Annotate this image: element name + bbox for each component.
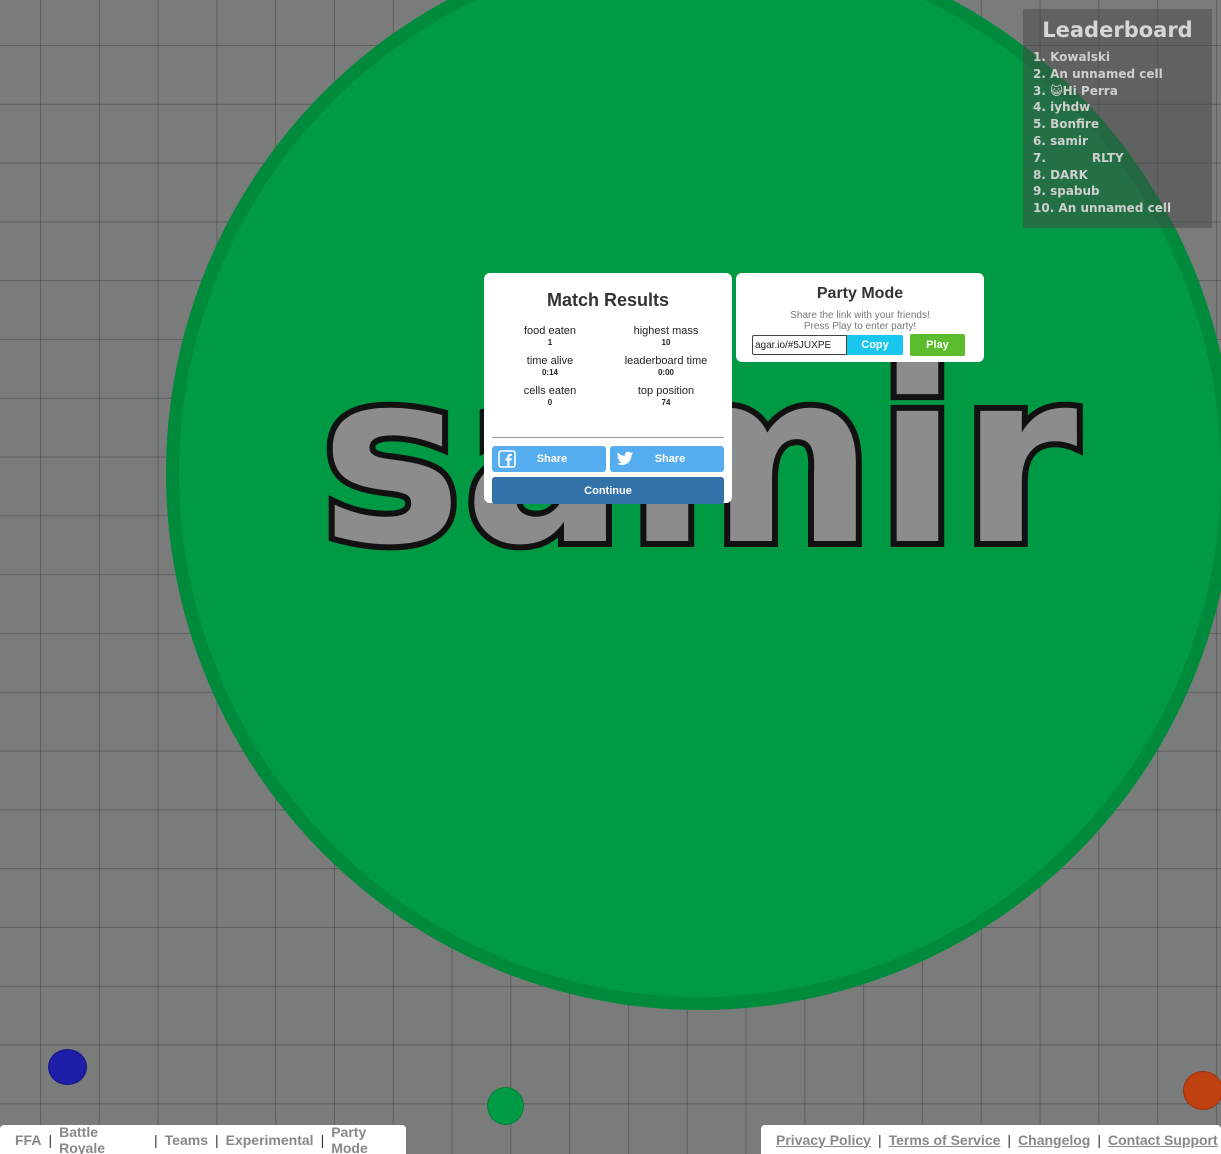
stat-food-eaten: food eaten 1 (492, 325, 608, 349)
stat-value: 1 (547, 338, 553, 347)
copy-button[interactable]: Copy (847, 335, 903, 355)
privacy-policy-link[interactable]: Privacy Policy (776, 1132, 871, 1148)
leaderboard: Leaderboard 1. Kowalski 2. An unnamed ce… (1023, 9, 1212, 228)
party-mode-subtitle-2: Press Play to enter party! (803, 321, 917, 332)
leaderboard-entry: 7. RLTY (1033, 150, 1124, 165)
terms-of-service-link[interactable]: Terms of Service (889, 1132, 1001, 1148)
facebook-icon (498, 450, 516, 468)
blue-cell (48, 1049, 87, 1085)
leaderboard-entry: 10. An unnamed cell (1033, 201, 1172, 216)
stat-label: time alive (526, 355, 574, 367)
play-button[interactable]: Play (910, 334, 965, 356)
mode-link-experimental[interactable]: Experimental (226, 1132, 314, 1148)
mode-link-teams[interactable]: Teams (165, 1132, 208, 1148)
match-results-title: Match Results (546, 290, 670, 310)
mode-link-party-mode[interactable]: Party Mode (331, 1124, 406, 1154)
mode-link-ffa[interactable]: FFA (15, 1132, 41, 1148)
stat-cells-eaten: cells eaten 0 (492, 385, 608, 409)
contact-support-link[interactable]: Contact Support (1108, 1132, 1218, 1148)
leaderboard-entry: 2. An unnamed cell (1033, 66, 1163, 81)
separator: | (48, 1131, 53, 1148)
stat-label: highest mass (633, 325, 699, 337)
party-link-row: Copy Play (752, 334, 965, 356)
stat-highest-mass: highest mass 10 (608, 325, 724, 349)
stat-value: 0 (547, 398, 553, 407)
party-mode-title: Party Mode (816, 285, 904, 302)
party-mode-subtitle-1: Share the link with your friends! (790, 310, 930, 321)
stat-top-position: top position 74 (608, 385, 724, 409)
legal-footer: Privacy Policy | Terms of Service | Chan… (761, 1125, 1221, 1154)
leaderboard-entry: 6. samir (1033, 133, 1088, 148)
leaderboard-list: 1. Kowalski 2. An unnamed cell 3. 😺Hi Pe… (1033, 49, 1202, 217)
continue-button[interactable]: Continue (492, 477, 724, 504)
separator: | (1007, 1131, 1012, 1148)
separator: | (877, 1131, 882, 1148)
stat-time-alive: time alive 0:14 (492, 355, 608, 379)
stat-label: top position (637, 385, 695, 397)
stat-value: 0:00 (657, 368, 674, 377)
leaderboard-entry: 8. DARK (1033, 167, 1088, 182)
leaderboard-entry: 9. spabub (1033, 184, 1100, 199)
leaderboard-entry: 1. Kowalski (1033, 50, 1110, 64)
twitter-share-button[interactable]: Share (610, 446, 724, 472)
separator: | (214, 1131, 219, 1148)
stats-grid: food eaten 1 highest mass 10 time alive … (492, 325, 724, 409)
game-canvas[interactable]: samir Leaderboard 1. Kowalski 2. An unna… (0, 0, 1221, 1154)
twitter-share-label: Share (654, 453, 686, 465)
separator: | (320, 1131, 325, 1148)
mode-link-battle-royale[interactable]: Battle Royale (59, 1124, 147, 1154)
stat-value: 10 (661, 338, 671, 347)
changelog-link[interactable]: Changelog (1018, 1132, 1090, 1148)
stat-label: leaderboard time (624, 355, 708, 367)
party-link-input[interactable] (752, 335, 847, 355)
separator: | (1097, 1131, 1102, 1148)
stat-label: food eaten (524, 325, 576, 337)
facebook-share-button[interactable]: Share (492, 446, 606, 472)
facebook-share-label: Share (536, 453, 568, 465)
separator: | (154, 1131, 158, 1148)
game-mode-footer: FFA | Battle Royale | Teams | Experiment… (0, 1124, 406, 1154)
twitter-icon (616, 450, 634, 468)
leaderboard-entry: 3. 😺Hi Perra (1033, 83, 1118, 98)
leaderboard-entry: 5. Bonfire (1033, 117, 1099, 132)
stat-label: cells eaten (523, 385, 577, 397)
stat-value: 74 (661, 398, 671, 407)
match-results-panel: Match Results food eaten 1 highest mass … (484, 273, 732, 504)
stat-value: 0:14 (541, 368, 558, 377)
divider (492, 437, 724, 438)
stat-leaderboard-time: leaderboard time 0:00 (608, 355, 724, 379)
green-cell (487, 1087, 524, 1125)
leaderboard-entry: 4. iyhdw (1033, 100, 1091, 115)
leaderboard-title: Leaderboard (1042, 18, 1193, 42)
share-row: Share Share (492, 446, 724, 472)
orange-cell (1183, 1071, 1221, 1110)
party-mode-panel: Party Mode Share the link with your frie… (736, 273, 984, 362)
